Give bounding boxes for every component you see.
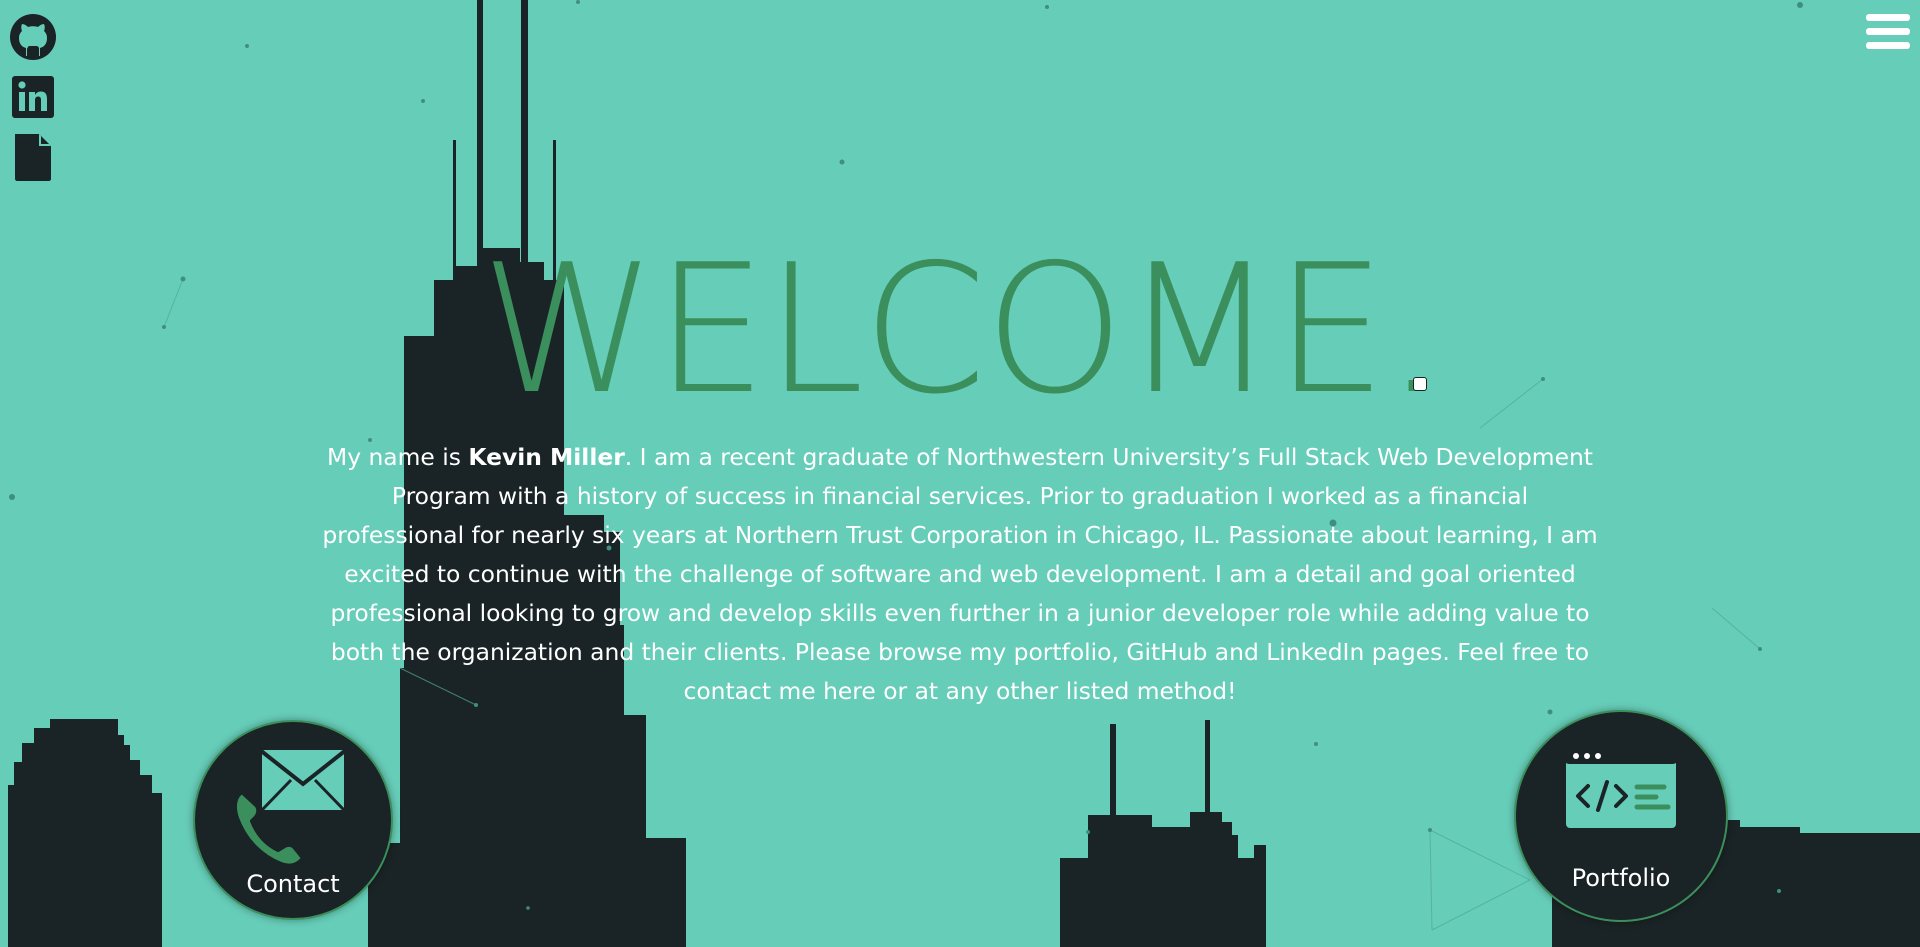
github-icon [10, 14, 56, 60]
portfolio-label: Portfolio [1571, 864, 1671, 892]
contact-label: Contact [246, 870, 340, 898]
linkedin-icon [12, 76, 54, 118]
portfolio-button[interactable]: Portfolio [1514, 710, 1728, 922]
welcome-title: WELCOME. [480, 226, 1442, 433]
document-icon [15, 134, 51, 181]
menu-bar [1866, 28, 1910, 35]
bio-name: Kevin Miller [468, 443, 625, 471]
github-link[interactable] [8, 12, 58, 62]
bio-paragraph: My name is Kevin Miller. I am a recent g… [318, 438, 1602, 711]
bio-prefix: My name is [327, 443, 469, 471]
cursor-indicator [1413, 377, 1427, 391]
menu-bar [1866, 42, 1910, 49]
resume-link[interactable] [8, 132, 58, 182]
linkedin-link[interactable] [8, 72, 58, 122]
hamburger-menu-button[interactable] [1866, 14, 1910, 56]
menu-bar [1866, 14, 1910, 21]
contact-button[interactable]: Contact [193, 720, 393, 920]
social-links [8, 12, 58, 182]
bio-text: . I am a recent graduate of Northwestern… [322, 443, 1598, 705]
